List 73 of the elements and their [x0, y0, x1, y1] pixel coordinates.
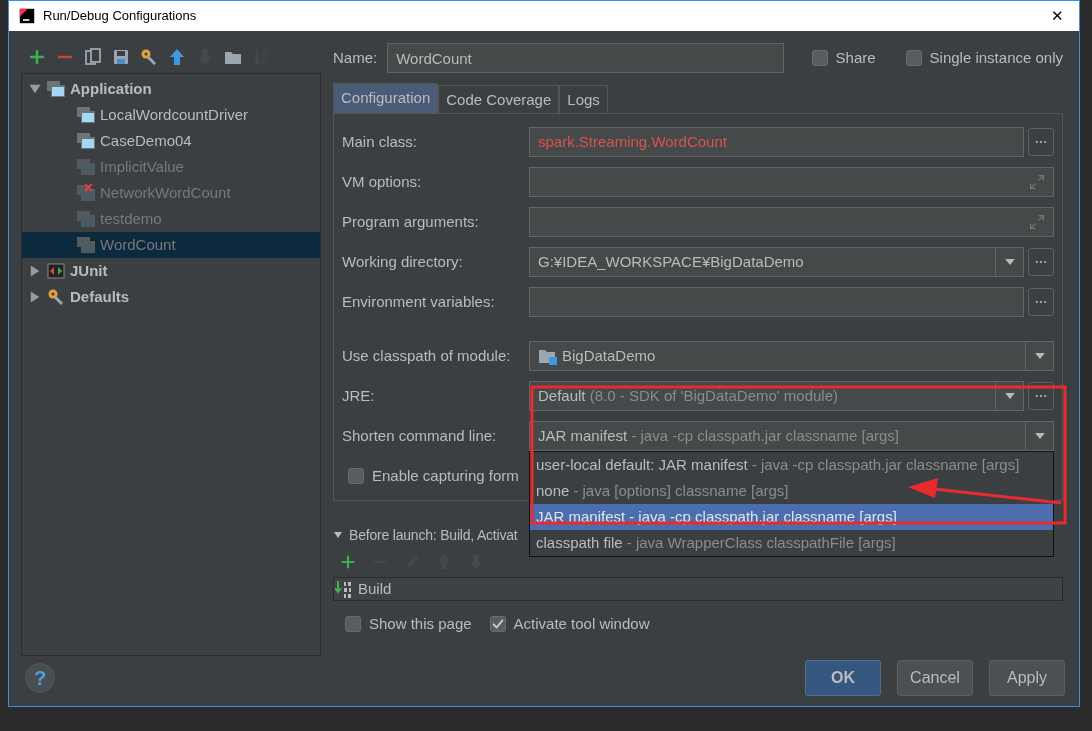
- field-label: JRE:: [342, 385, 376, 406]
- dropdown[interactable]: Default (8.0 - SDK of 'BigDataDemo' module): [529, 381, 1024, 411]
- add-icon[interactable]: [27, 47, 47, 67]
- save-icon[interactable]: [111, 47, 131, 67]
- checkbox[interactable]: [811, 50, 828, 66]
- dropdown-value: G:¥IDEA_WORKSPACE¥BigDataDemo: [538, 251, 804, 272]
- dialog-button[interactable]: OK: [805, 660, 881, 696]
- dropdown[interactable]: G:¥IDEA_WORKSPACE¥BigDataDemo: [529, 247, 1024, 277]
- window-icon: [76, 131, 96, 151]
- checkbox[interactable]: [905, 50, 922, 66]
- field-label: Main class:: [342, 131, 419, 152]
- text-field[interactable]: [529, 207, 1054, 237]
- dialog-button[interactable]: Cancel: [897, 660, 973, 696]
- checkbox[interactable]: [348, 468, 364, 484]
- window-icon: [76, 157, 96, 177]
- test-icon: [46, 261, 66, 281]
- expand-icon[interactable]: [1029, 214, 1045, 230]
- tab[interactable]: Logs: [559, 85, 608, 113]
- tree-item-label: Defaults: [70, 286, 130, 307]
- tree-item-label: JUnit: [70, 260, 108, 281]
- tree-item-label: NetworkWordCount: [100, 182, 231, 203]
- checkbox[interactable]: [489, 616, 506, 633]
- checkbox-label: Single instance only: [929, 47, 1063, 68]
- window-icon: [46, 79, 66, 99]
- dropdown-value: BigDataDemo: [562, 345, 656, 366]
- tab[interactable]: Configuration: [333, 83, 439, 113]
- dropdown-option[interactable]: none - java [options] classname [args]: [530, 478, 1053, 504]
- name-field[interactable]: WordCount: [387, 43, 785, 73]
- dropdown-option[interactable]: user-local default: JAR manifest - java -cp classpath.jar classname [args]: [530, 452, 1053, 478]
- field-label: VM options:: [342, 171, 423, 192]
- field-label: Shorten command line:: [342, 425, 498, 446]
- window-icon: [76, 209, 96, 229]
- wrench-icon[interactable]: [139, 47, 159, 67]
- tree-item-label: ImplicitValue: [100, 156, 184, 177]
- checkbox[interactable]: [345, 616, 361, 633]
- text-field[interactable]: [529, 167, 1054, 197]
- section-title: Before launch: Build, Activat: [349, 525, 518, 545]
- window-icon: [76, 105, 96, 125]
- task-label: Build: [358, 578, 392, 599]
- app-logo-icon: [19, 8, 35, 24]
- dialog-button[interactable]: Apply: [989, 660, 1065, 696]
- tree-item-label: LocalWordcountDriver: [100, 104, 249, 125]
- window-icon: [76, 235, 96, 255]
- expand-icon[interactable]: [1029, 174, 1045, 190]
- checkbox-label: Show this page: [369, 614, 472, 634]
- tree-item-label: Application: [70, 78, 152, 99]
- dropdown[interactable]: JAR manifest - java -cp classpath.jar classname [args]: [529, 421, 1054, 451]
- collapse-arrow-icon[interactable]: [333, 530, 343, 540]
- build-icon: [334, 579, 354, 599]
- field-label: Working directory:: [342, 251, 464, 272]
- window-title: Run/Debug Configurations: [43, 7, 197, 26]
- field-label: Program arguments:: [342, 211, 480, 232]
- field-label: Name:: [333, 47, 378, 68]
- tab[interactable]: Code Coverage: [438, 85, 560, 113]
- tree-item-label: WordCount: [100, 234, 176, 255]
- field-label: Environment variables:: [342, 291, 496, 312]
- text-field[interactable]: [529, 287, 1024, 317]
- tree-item-label: testdemo: [100, 208, 162, 229]
- dropdown-value: Default (8.0 - SDK of 'BigDataDemo' module): [538, 385, 839, 406]
- dropdown-value: JAR manifest - java -cp classpath.jar classname [args]: [538, 425, 899, 446]
- up-arrow-icon[interactable]: [167, 47, 187, 67]
- add-icon[interactable]: [339, 553, 357, 571]
- dropdown-option[interactable]: classpath file - java WrapperClass classpathFile [args]: [530, 530, 1053, 556]
- field-value: spark.Streaming.WordCount: [538, 131, 727, 152]
- checkbox-label: Share: [835, 47, 876, 68]
- copy-icon[interactable]: [83, 47, 103, 67]
- field-label: Use classpath of module:: [342, 345, 512, 366]
- help-button[interactable]: ?: [25, 663, 55, 693]
- checkbox-label: Activate tool window: [513, 614, 650, 634]
- tree-item-label: CaseDemo04: [100, 130, 192, 151]
- checkbox-label: Enable capturing form: [372, 465, 519, 486]
- wrench-icon: [46, 287, 66, 307]
- dropdown[interactable]: BigDataDemo: [529, 341, 1054, 371]
